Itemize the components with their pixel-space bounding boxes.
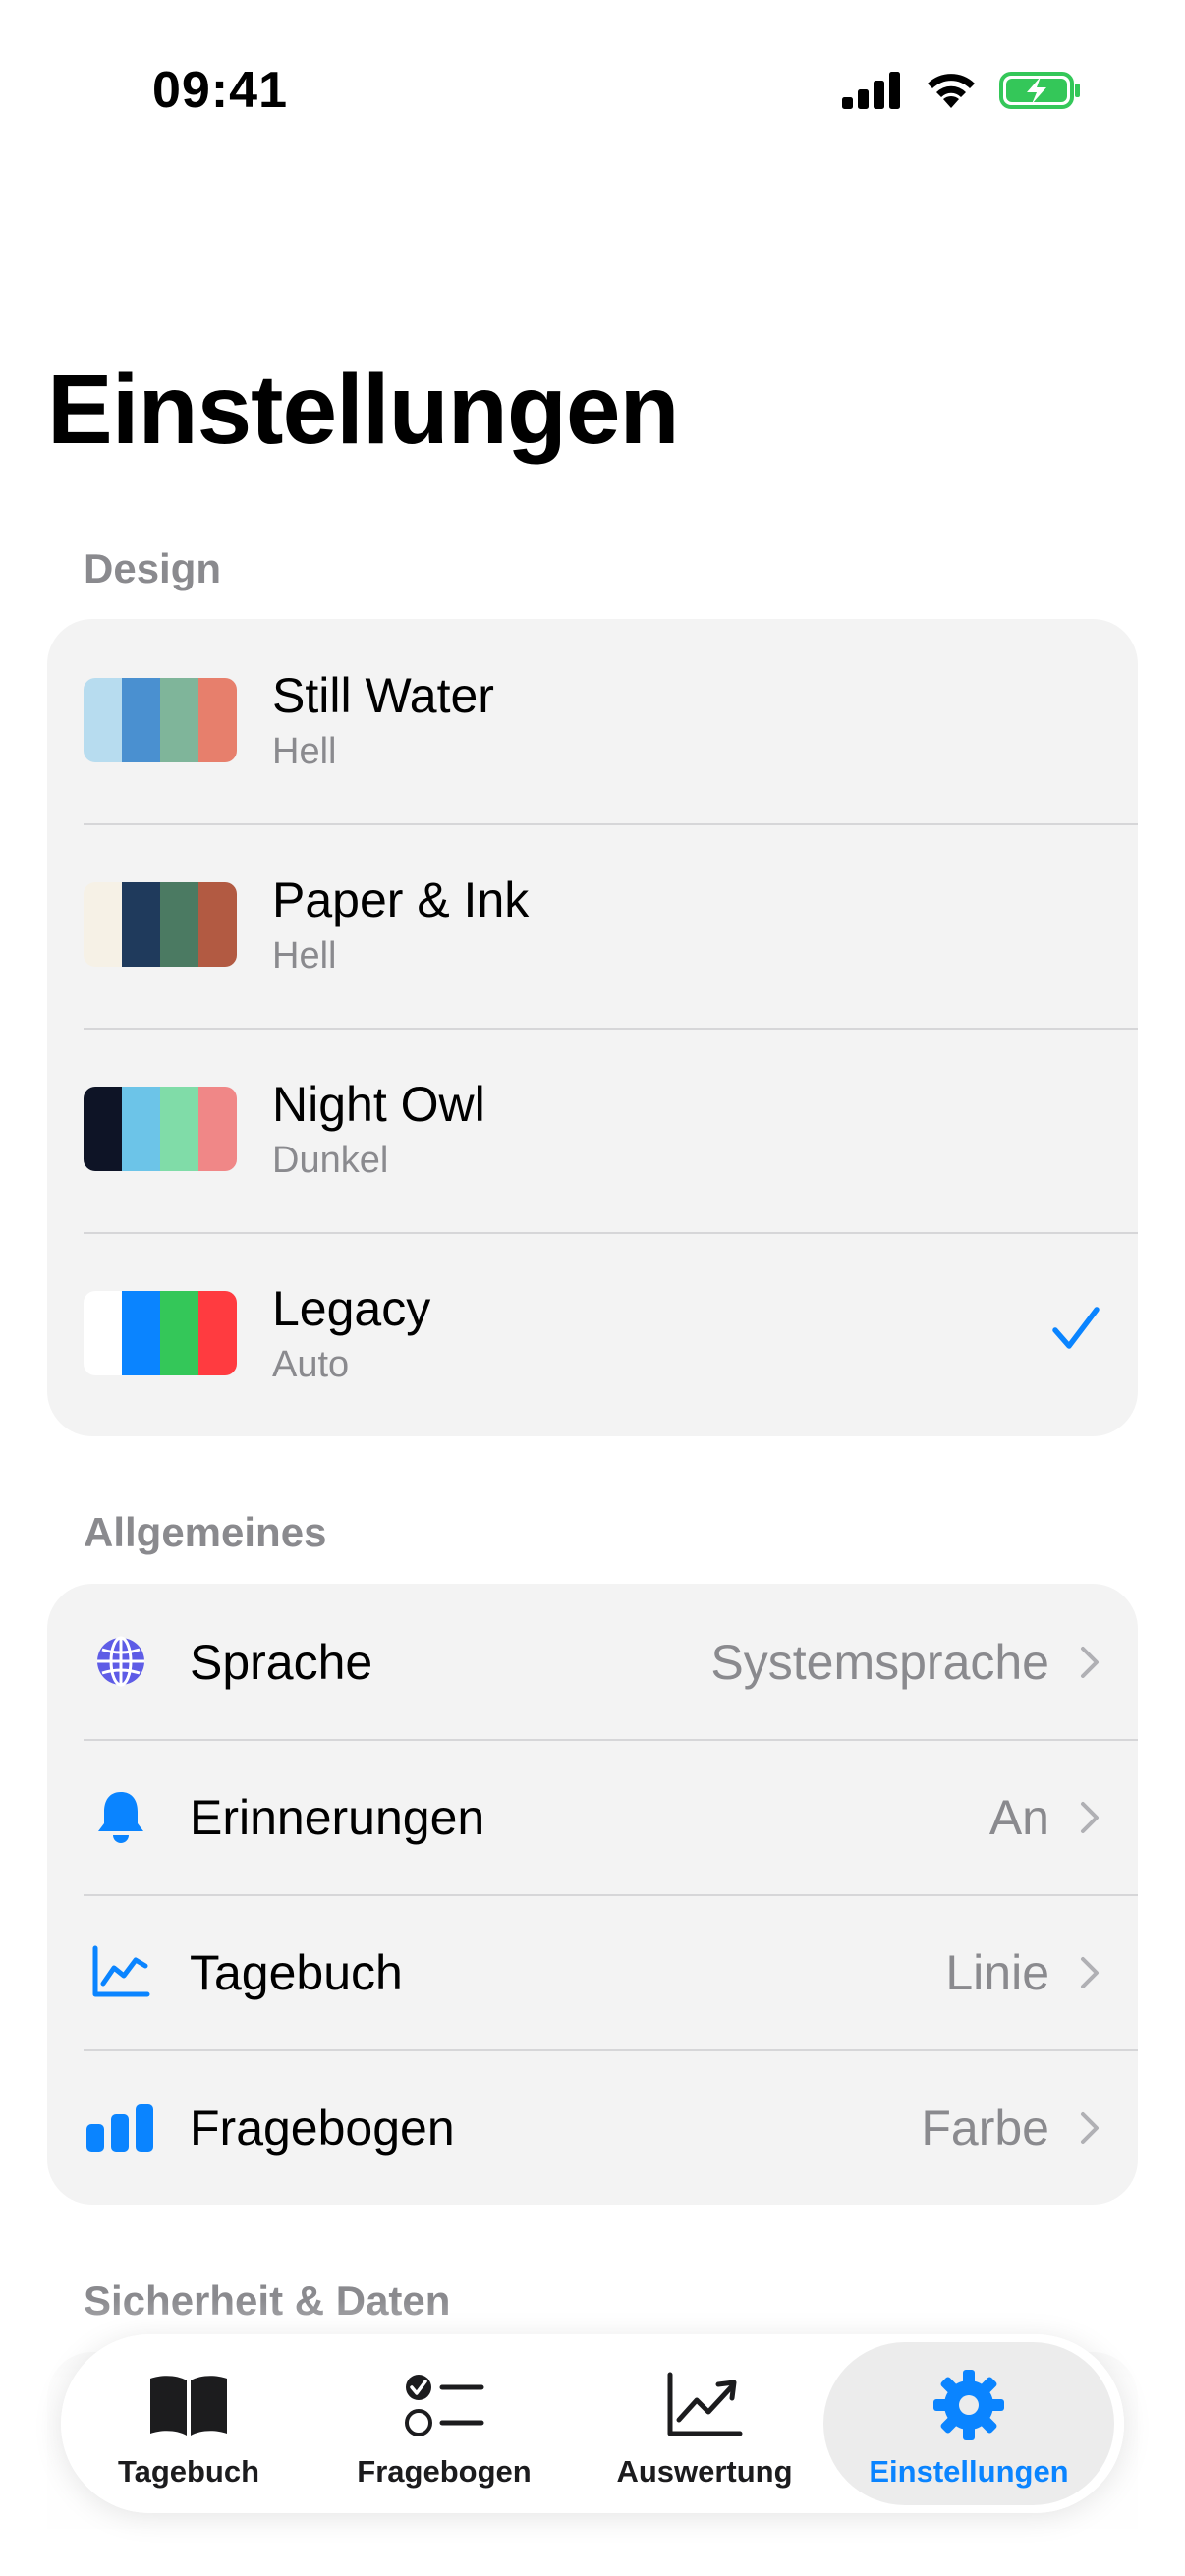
checkmark-icon	[1052, 1307, 1100, 1349]
setting-label: Sprache	[190, 1635, 373, 1690]
bar-chart-icon	[86, 2096, 155, 2158]
tab-questionnaire[interactable]: Fragebogen	[331, 2342, 557, 2505]
chevron-right-icon	[1081, 1647, 1099, 1678]
status-time: 09:41	[152, 62, 288, 119]
tab-settings[interactable]: Einstellungen	[823, 2342, 1114, 2505]
setting-value: Farbe	[921, 2100, 1049, 2156]
globe-icon	[86, 1630, 155, 1693]
setting-value: An	[988, 1790, 1049, 1845]
theme-swatch	[84, 678, 237, 762]
theme-text: Paper & Ink Hell	[272, 870, 529, 980]
setting-label: Fragebogen	[190, 2100, 455, 2156]
theme-swatch	[84, 882, 237, 967]
chevron-right-icon	[1081, 2112, 1099, 2144]
theme-list: Still Water Hell Paper & Ink Hell Night …	[47, 619, 1138, 1436]
book-icon	[147, 2364, 230, 2446]
setting-label: Erinnerungen	[190, 1790, 485, 1845]
line-chart-icon	[86, 1940, 155, 2003]
settings-screen: 09:41 Einstellungen Design Still Water H…	[0, 0, 1185, 2576]
setting-row-language[interactable]: Sprache Systemsprache	[47, 1584, 1138, 1739]
theme-swatch	[84, 1291, 237, 1375]
wifi-icon	[928, 74, 975, 108]
chevron-right-icon	[1081, 1957, 1099, 1988]
setting-label: Tagebuch	[190, 1945, 403, 2000]
theme-mode: Hell	[272, 935, 337, 977]
chevron-right-icon	[1081, 1802, 1099, 1833]
theme-swatch	[84, 1087, 237, 1171]
trend-chart-icon	[665, 2364, 744, 2446]
setting-row-questionnaire[interactable]: Fragebogen Farbe	[47, 2049, 1138, 2205]
theme-mode: Dunkel	[272, 1140, 389, 1181]
theme-mode: Auto	[272, 1344, 350, 1385]
bell-icon	[86, 1785, 155, 1848]
tab-label: Tagebuch	[117, 2454, 260, 2489]
cellular-signal-icon	[842, 72, 900, 109]
theme-name: Paper & Ink	[272, 872, 530, 927]
setting-row-reminders[interactable]: Erinnerungen An	[47, 1739, 1138, 1894]
theme-name: Legacy	[272, 1281, 431, 1336]
page-title: Einstellungen	[47, 355, 680, 465]
theme-text: Night Owl Dunkel	[272, 1075, 485, 1185]
general-settings-list: Sprache Systemsprache Erinnerungen An Ta…	[47, 1584, 1138, 2205]
battery-charging-icon	[999, 72, 1080, 109]
tab-label: Einstellungen	[869, 2454, 1069, 2489]
theme-text: Still Water Hell	[272, 666, 494, 776]
theme-text: Legacy Auto	[272, 1279, 430, 1389]
theme-mode: Hell	[272, 731, 337, 772]
theme-name: Still Water	[272, 668, 494, 723]
gear-icon	[931, 2364, 1006, 2446]
theme-name: Night Owl	[272, 1077, 485, 1132]
tab-bar: Tagebuch Fragebogen Auswertung Einstellu…	[61, 2334, 1124, 2513]
theme-row-night-owl[interactable]: Night Owl Dunkel	[47, 1028, 1138, 1232]
checklist-icon	[403, 2364, 485, 2446]
setting-value: Systemsprache	[710, 1635, 1049, 1690]
tab-analysis[interactable]: Auswertung	[592, 2342, 818, 2505]
tab-journal[interactable]: Tagebuch	[90, 2342, 287, 2505]
section-header-design: Design	[84, 545, 222, 591]
theme-row-still-water[interactable]: Still Water Hell	[47, 619, 1138, 823]
setting-row-journal[interactable]: Tagebuch Linie	[47, 1894, 1138, 2049]
status-icons	[842, 71, 1082, 110]
theme-row-legacy[interactable]: Legacy Auto	[47, 1232, 1138, 1436]
status-bar: 09:41	[0, 0, 1185, 187]
section-header-general: Allgemeines	[84, 1509, 327, 1555]
setting-value: Linie	[945, 1945, 1049, 2000]
tab-label: Auswertung	[616, 2454, 793, 2489]
tab-label: Fragebogen	[357, 2454, 532, 2489]
theme-row-paper-ink[interactable]: Paper & Ink Hell	[47, 823, 1138, 1028]
